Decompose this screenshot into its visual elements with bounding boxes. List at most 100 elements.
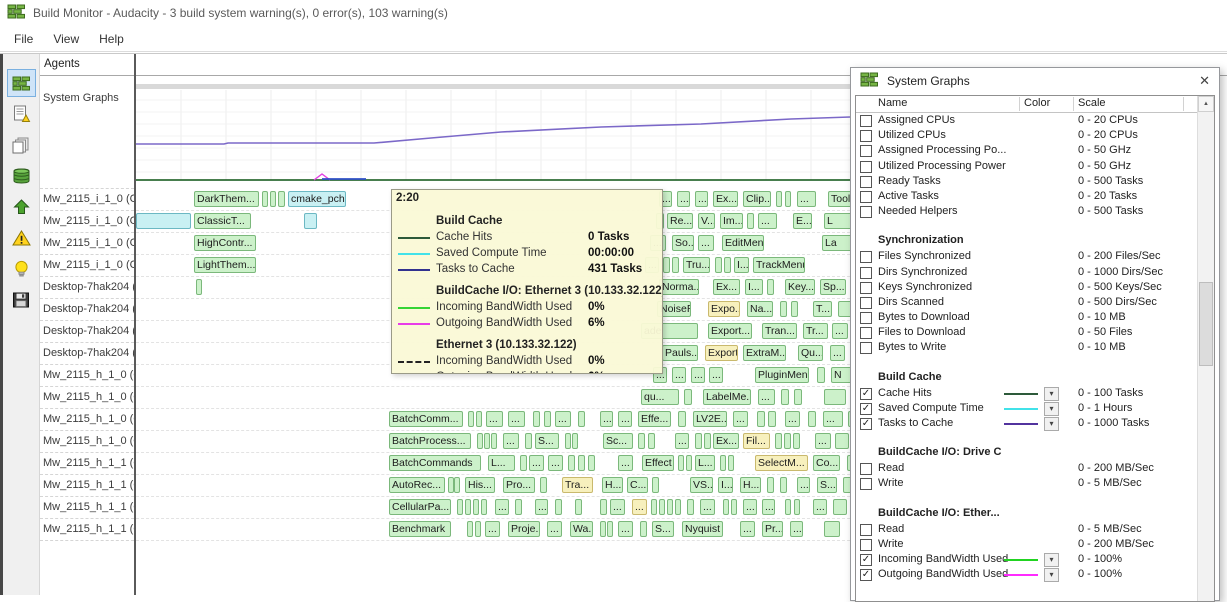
graph-row[interactable]: Read0 - 200 MB/Sec <box>856 461 1197 476</box>
task-bar[interactable]: ... <box>555 411 571 427</box>
graph-row[interactable]: Files Synchronized0 - 200 Files/Sec <box>856 249 1197 264</box>
graph-row[interactable]: Bytes to Write0 - 10 MB <box>856 340 1197 355</box>
graph-row[interactable]: Active Tasks0 - 20 Tasks <box>856 189 1197 204</box>
task-bar[interactable] <box>704 433 711 449</box>
task-bar[interactable] <box>678 411 686 427</box>
task-bar[interactable] <box>747 213 754 229</box>
task-bar[interactable] <box>520 455 527 471</box>
task-bar[interactable] <box>724 257 731 273</box>
task-bar[interactable]: Tran... <box>762 323 797 339</box>
agent-row[interactable]: Mw_2115_i_1_0 (Co <box>40 255 134 277</box>
task-bar[interactable]: Sp... <box>820 279 846 295</box>
scrollbar[interactable]: ▲ <box>1197 96 1214 601</box>
task-bar[interactable]: His... <box>465 477 495 493</box>
task-bar[interactable] <box>465 499 471 515</box>
graph-row[interactable]: ✓Incoming BandWidth Used▾0 - 100% <box>856 552 1197 567</box>
performance-upload-icon[interactable] <box>8 194 35 220</box>
task-bar[interactable] <box>476 411 482 427</box>
task-bar[interactable] <box>663 257 670 273</box>
menu-help[interactable]: Help <box>89 29 134 49</box>
graph-row[interactable]: ✓Saved Compute Time▾0 - 1 Hours <box>856 401 1197 416</box>
agent-row[interactable]: Mw_2115_h_1_1 (C <box>40 475 134 497</box>
task-bar[interactable]: ... <box>832 323 848 339</box>
graph-row[interactable]: Assigned CPUs0 - 20 CPUs <box>856 113 1197 128</box>
task-bar[interactable]: Nyquist <box>682 521 723 537</box>
graph-checkbox[interactable] <box>860 524 872 536</box>
task-bar[interactable]: ... <box>503 433 519 449</box>
task-bar[interactable]: SelectM... <box>755 455 808 471</box>
task-bar[interactable] <box>468 411 474 427</box>
task-bar[interactable] <box>578 411 585 427</box>
graph-row[interactable]: Write0 - 5 MB/Sec <box>856 476 1197 491</box>
task-bar[interactable] <box>304 213 317 229</box>
task-bar[interactable]: ... <box>709 367 723 383</box>
task-bar[interactable]: ... <box>632 499 647 515</box>
task-bar[interactable]: S... <box>817 477 837 493</box>
graph-row[interactable]: Dirs Synchronized0 - 1000 Dirs/Sec <box>856 265 1197 280</box>
graph-row[interactable]: Ready Tasks0 - 500 Tasks <box>856 174 1197 189</box>
task-bar[interactable] <box>784 433 791 449</box>
task-bar[interactable] <box>785 191 791 207</box>
color-dropdown[interactable]: ▾ <box>1044 387 1059 401</box>
task-bar[interactable] <box>791 301 798 317</box>
task-bar[interactable] <box>555 499 562 515</box>
agent-row[interactable]: Mw_2115_h_1_0 (C <box>40 431 134 453</box>
task-bar[interactable] <box>652 477 659 493</box>
agent-row[interactable]: Desktop-7hak204 (C <box>40 343 134 365</box>
task-bar[interactable]: Ex... <box>713 191 738 207</box>
graph-checkbox[interactable]: ✓ <box>860 418 872 430</box>
task-bar[interactable] <box>678 455 684 471</box>
task-bar[interactable] <box>484 433 490 449</box>
task-bar[interactable] <box>572 433 578 449</box>
task-bar[interactable] <box>454 477 460 493</box>
task-bar[interactable]: ... <box>672 367 686 383</box>
task-bar[interactable]: I... <box>745 279 763 295</box>
task-bar[interactable]: EditMenus <box>722 235 764 251</box>
task-bar[interactable]: Expo... <box>708 301 740 317</box>
task-bar[interactable] <box>775 433 782 449</box>
task-bar[interactable] <box>672 257 679 273</box>
task-bar[interactable] <box>544 411 551 427</box>
graph-checkbox[interactable] <box>860 342 872 354</box>
agent-row[interactable]: Desktop-7hak204 (C <box>40 299 134 321</box>
task-bar[interactable]: T... <box>813 301 832 317</box>
task-bar[interactable]: ... <box>823 411 843 427</box>
task-bar[interactable]: ... <box>830 345 845 361</box>
task-bar[interactable]: L... <box>488 455 515 471</box>
graph-row[interactable]: ✓Outgoing BandWidth Used▾0 - 100% <box>856 567 1197 582</box>
task-bar[interactable] <box>768 411 776 427</box>
task-bar[interactable] <box>568 455 575 471</box>
agent-row[interactable]: Mw_2115_h_1_0 (C <box>40 387 134 409</box>
task-bar[interactable] <box>578 455 585 471</box>
task-bar[interactable] <box>686 455 692 471</box>
task-bar[interactable] <box>136 213 191 229</box>
task-bar[interactable]: L... <box>695 455 715 471</box>
task-bar[interactable] <box>467 521 473 537</box>
graph-row[interactable]: Files to Download0 - 50 Files <box>856 325 1197 340</box>
task-bar[interactable] <box>684 389 692 405</box>
task-bar[interactable]: LightThem... <box>194 257 256 273</box>
scroll-thumb[interactable] <box>1199 282 1213 366</box>
task-bar[interactable]: ... <box>797 191 816 207</box>
task-bar[interactable]: Tra... <box>562 477 593 493</box>
graph-row[interactable]: Keys Synchronized0 - 500 Keys/Sec <box>856 280 1197 295</box>
task-bar[interactable] <box>767 279 774 295</box>
menu-file[interactable]: File <box>4 29 43 49</box>
task-bar[interactable]: ... <box>508 411 525 427</box>
task-bar[interactable]: ... <box>618 455 633 471</box>
agent-row[interactable]: Desktop-7hak204 (C <box>40 321 134 343</box>
task-bar[interactable]: Benchmark <box>389 521 451 537</box>
graph-checkbox[interactable] <box>860 463 872 475</box>
task-bar[interactable]: AutoRec... <box>389 477 445 493</box>
task-bar[interactable] <box>780 477 787 493</box>
task-bar[interactable]: ... <box>618 521 633 537</box>
task-bar[interactable]: Effect <box>642 455 674 471</box>
graph-checkbox[interactable] <box>860 176 872 188</box>
graph-checkbox[interactable] <box>860 539 872 551</box>
task-bar[interactable]: ExtraM... <box>743 345 786 361</box>
task-bar[interactable]: Effe... <box>638 411 671 427</box>
graph-checkbox[interactable] <box>860 282 872 294</box>
task-bar[interactable]: DarkThem... <box>194 191 259 207</box>
task-bar[interactable]: ... <box>762 499 775 515</box>
graph-checkbox[interactable] <box>860 251 872 263</box>
